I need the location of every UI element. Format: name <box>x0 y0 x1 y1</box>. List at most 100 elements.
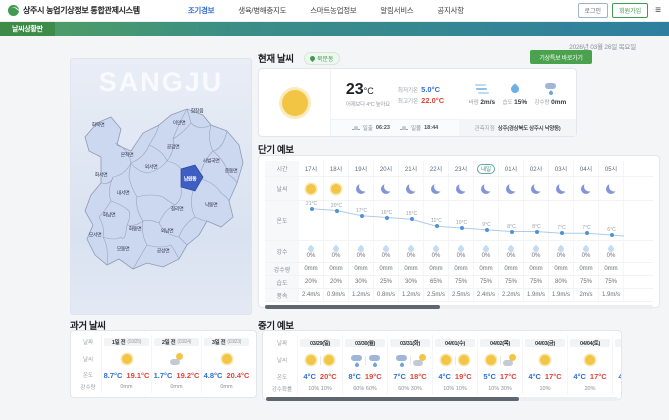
mid-am-icon <box>395 354 408 367</box>
hour-cell: 내일 <box>474 161 499 176</box>
mid-pm-icon <box>368 354 381 367</box>
temp-point-dot <box>410 217 414 221</box>
district-label[interactable]: 사벌국면 <box>203 158 220 165</box>
district-label[interactable]: 화동면 <box>129 226 142 233</box>
nav-item[interactable]: 공지사항 <box>437 5 463 16</box>
mid-date: 04/01(수) <box>435 339 475 347</box>
nav-item[interactable]: 조기경보 <box>188 5 214 16</box>
district-label[interactable]: 화남면 <box>103 212 116 219</box>
wind-row: 풍속 2.4m/s0.9m/s1.2m/s0.8m/s1.2m/s2.5m/s2… <box>265 289 653 302</box>
temp-point-dot <box>610 233 614 237</box>
weather-cell <box>474 177 499 200</box>
sangju-district-map[interactable]: SANGJU <box>70 58 252 315</box>
am-pm-divider <box>410 356 411 365</box>
midterm-scrollbar-thumb[interactable] <box>266 397 519 401</box>
hour-cell: 05시 <box>599 161 624 176</box>
temp-point-dot <box>560 231 564 235</box>
past-date: (03/25) <box>127 339 141 345</box>
pop-cell: 0% <box>324 241 349 262</box>
wind-cell: 1.2m/s <box>349 289 374 301</box>
metric-item: 습도 15% <box>502 82 527 106</box>
past-day: 2일 전 <box>162 338 176 346</box>
midterm-forecast-card[interactable]: 날짜 날씨 온도 강수확률 03/29(일) 4°C20°C <box>262 330 622 400</box>
pop-cell: 0% <box>424 241 449 262</box>
drop-icon <box>357 244 366 253</box>
district-label[interactable]: 외서면 <box>145 164 158 171</box>
current-temperature: 23°C <box>346 82 390 98</box>
temp-point-dot <box>510 230 514 234</box>
app-logo[interactable]: 상주시 농업기상정보 통합관제시스템 <box>8 5 140 16</box>
district-label[interactable]: 공검면 <box>167 144 180 151</box>
mid-am-icon <box>440 354 453 367</box>
past-weather-icon <box>170 353 183 366</box>
mid-day-column: 04/03(금) 4°C17°C 10% <box>522 335 567 395</box>
mid-low: 4°C <box>618 372 622 381</box>
metric-label: 습도 <box>502 100 512 106</box>
drop-icon <box>582 244 591 253</box>
district-label[interactable]: 모서면 <box>89 232 102 239</box>
mid-am-icon <box>305 354 318 367</box>
nav-item[interactable]: 스마트농업정보 <box>310 5 356 16</box>
high-temp-value: 22.0°C <box>421 96 444 105</box>
district-label[interactable]: 은척면 <box>121 152 134 159</box>
mid-pop: 10% 30% <box>488 383 512 395</box>
district-label[interactable]: 모동면 <box>117 246 130 253</box>
login-button[interactable]: 로그인 <box>578 3 609 18</box>
shortterm-forecast-card[interactable]: 시간 17시18시19시20시21시22시23시내일01시02시03시04시05… <box>258 155 660 308</box>
mid-date: 04/04(토) <box>570 339 610 347</box>
drop-icon <box>407 244 416 253</box>
observation-station: 관측지점상주(경상북도 상주시 낙양동) <box>459 119 576 136</box>
district-label[interactable]: 화서면 <box>95 172 108 179</box>
pop-cell: 0% <box>499 241 524 262</box>
weather-cell <box>349 177 374 200</box>
district-label[interactable]: 중동면 <box>225 168 238 175</box>
drop-icon <box>382 244 391 253</box>
pop-cell: 0% <box>524 241 549 262</box>
past-rain: 0mm <box>220 382 232 393</box>
sunrise-icon <box>352 126 360 130</box>
drop-icon <box>457 244 466 253</box>
weather-alert-button[interactable]: 기상특보 바로가기 <box>530 50 592 64</box>
tab-weather-board[interactable]: 날씨상황판 <box>0 22 55 36</box>
scrollbar-thumb[interactable] <box>265 305 440 309</box>
district-label[interactable]: 내서면 <box>117 190 130 197</box>
wind-cell: 0.8m/s <box>374 289 399 301</box>
district-label[interactable]: 화북면 <box>92 122 105 129</box>
app-title: 상주시 농업기상정보 통합관제시스템 <box>23 5 140 16</box>
mid-pop: 60% 30% <box>398 383 422 395</box>
nav-item[interactable]: 알림서비스 <box>380 5 413 16</box>
forecast-weather-icon <box>405 182 418 195</box>
rain-cell: 0mm <box>449 263 474 275</box>
district-label[interactable]: 외남면 <box>161 228 174 235</box>
midterm-scrollbar[interactable] <box>266 397 618 401</box>
mid-high: 20°C <box>320 372 337 381</box>
humidity-cell: 75% <box>474 276 499 288</box>
weather-cell <box>574 177 599 200</box>
hamburger-menu-icon[interactable]: ≡ <box>655 6 661 16</box>
location-badge[interactable]: 북문동 <box>304 52 340 65</box>
mid-low: 7°C <box>393 372 406 381</box>
main-nav: 조기경보 생육/병해충지도 스마트농업정보 알림서비스 공지사항 <box>188 5 464 16</box>
district-label[interactable]: 공성면 <box>157 248 170 255</box>
rain-cell: 0mm <box>299 263 324 275</box>
district-label[interactable]: 청리면 <box>171 206 184 213</box>
district-label[interactable]: 낙동면 <box>205 202 218 209</box>
drop-icon <box>607 244 616 253</box>
signup-button[interactable]: 회원가입 <box>612 3 648 18</box>
past-row-labels: 날짜 날씨 온도 강수량 <box>75 335 101 393</box>
mid-day-column: 04/02(목) 5°C17°C 10% 30% <box>477 335 522 395</box>
district-label[interactable]: 남원동 <box>184 176 197 183</box>
shortterm-scrollbar[interactable] <box>265 305 653 309</box>
district-label[interactable]: 이안면 <box>173 120 186 127</box>
mid-label-date: 날짜 <box>267 335 297 350</box>
nav-item[interactable]: 생육/병해충지도 <box>238 5 286 16</box>
weather-cell <box>324 177 349 200</box>
mid-pm-icon <box>323 354 336 367</box>
mid-row-labels: 날짜 날씨 온도 강수확률 <box>267 335 297 395</box>
rain-cell: 0mm <box>324 263 349 275</box>
district-label[interactable]: 함창읍 <box>191 108 204 115</box>
wind-cell: 1.9m/s <box>524 289 549 301</box>
past-day-column: 3일 전(03/23) 4.8°C20.4°C 0mm <box>201 335 251 393</box>
mid-day-column: 04/04(토) 4°C17°C 20% <box>567 335 612 395</box>
past-weather-card: 날짜 날씨 온도 강수량 1일 전(03/25) 8.7°C19.1°C 0mm… <box>70 330 257 398</box>
